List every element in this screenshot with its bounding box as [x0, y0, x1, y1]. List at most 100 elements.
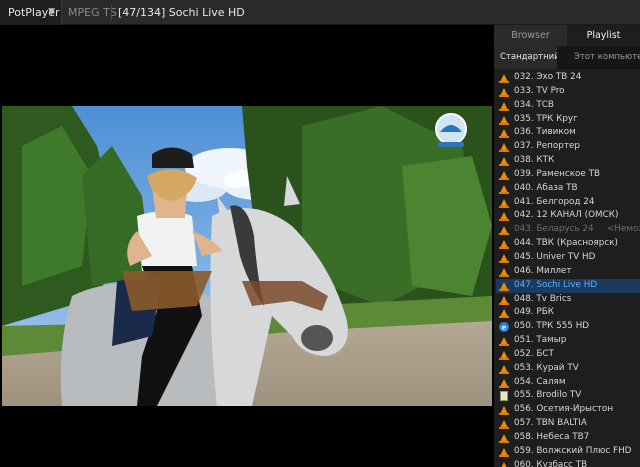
playlist-item[interactable]: 040. Абаза ТВ	[496, 182, 640, 196]
playlist-item[interactable]: 048. Tv Brics	[496, 293, 640, 307]
playlist-item-label: 051. Тамыр	[514, 335, 567, 346]
playlist-item[interactable]: 036. Тивиком	[496, 126, 640, 140]
vlc-cone-icon	[499, 364, 509, 374]
playlist-item-label: 060. Кузбасс ТВ	[514, 459, 588, 467]
playlist-item[interactable]: 044. ТВК (Красноярск)	[496, 237, 640, 251]
playlist-item[interactable]: 035. ТРК Круг	[496, 113, 640, 127]
vlc-cone-icon	[499, 101, 509, 111]
vlc-cone-icon	[499, 87, 509, 97]
playlist-item-label: 036. Тивиком	[514, 127, 576, 138]
vlc-cone-icon	[499, 350, 509, 360]
playlist-panel: Browser Playlist Стандартний Этот компью…	[494, 25, 640, 467]
playlist-item[interactable]: 058. Небеса ТВ7	[496, 431, 640, 445]
playlist-item[interactable]: e 050. ТРК 555 HD	[496, 320, 640, 334]
vlc-cone-icon	[499, 378, 509, 388]
playlist-item[interactable]: 059. Волжский Плюс FHD	[496, 445, 640, 459]
playlist-item[interactable]: 060. Кузбасс ТВ	[496, 459, 640, 467]
playlist-item[interactable]: 056. Осетия-Ирыстон	[496, 403, 640, 417]
playlist-item[interactable]: 037. Репортер	[496, 140, 640, 154]
vlc-cone-icon	[499, 447, 509, 457]
playlist-item-label: 044. ТВК (Красноярск)	[514, 238, 618, 249]
vlc-cone-icon	[499, 405, 509, 416]
playlist-item-label: 041. Белгород 24	[514, 196, 595, 207]
playlist-item-status: <Неможл	[607, 224, 640, 235]
playlist-item[interactable]: 052. БСТ	[496, 348, 640, 362]
playlist-item-label: 059. Волжский Плюс FHD	[514, 445, 632, 456]
playlist-item-label: 050. ТРК 555 HD	[514, 321, 590, 332]
vlc-cone-icon	[499, 461, 509, 467]
playlist-item[interactable]: 047. Sochi Live HD	[496, 278, 640, 293]
vlc-cone-icon	[499, 115, 509, 125]
playlist-item-label: 045. Univer TV HD	[514, 251, 596, 262]
vlc-cone-icon	[499, 281, 509, 291]
playlist-item[interactable]: 055. Brodilo TV	[496, 389, 640, 403]
playlist-item[interactable]: 038. КТК	[496, 154, 640, 168]
tab-browser[interactable]: Browser	[494, 25, 567, 46]
vlc-cone-icon	[499, 336, 509, 347]
video-area[interactable]	[0, 25, 494, 467]
vlc-cone-icon	[499, 253, 509, 263]
playlist-item-label: 056. Осетия-Ирыстон	[514, 404, 614, 415]
playlist-item-label: 052. БСТ	[514, 348, 554, 359]
subtab-this-computer[interactable]: Этот компьютер	[562, 46, 640, 69]
playlist-item-label: 033. TV Pro	[514, 85, 565, 96]
playlist-item-label: 053. Курай TV	[514, 362, 579, 373]
video-scene	[2, 106, 492, 406]
playlist-subtabs: Стандартний Этот компьютер	[494, 46, 640, 69]
playlist-item[interactable]: 034. ТСВ	[496, 99, 640, 113]
playlist-item[interactable]: 046. Миллет	[496, 265, 640, 279]
playlist-item-label: 046. Миллет	[514, 265, 572, 276]
playlist-item-label: 047. Sochi Live HD	[514, 279, 598, 290]
vlc-cone-icon	[499, 433, 509, 443]
playlist-item[interactable]: 049. РБК	[496, 306, 640, 320]
video-frame[interactable]	[2, 106, 492, 406]
playlist-item-label: 040. Абаза ТВ	[514, 182, 578, 193]
vlc-cone-icon	[499, 156, 509, 167]
playlist-item-label: 038. КТК	[514, 155, 555, 166]
format-label: MPEG TS	[68, 6, 117, 19]
playlist-item-label: 039. Раменское ТВ	[514, 168, 601, 179]
playlist-item[interactable]: 041. Белгород 24	[496, 196, 640, 210]
vlc-cone-icon	[499, 142, 509, 153]
playlist-item[interactable]: 033. TV Pro	[496, 85, 640, 99]
playlist-item-label: 054. Салям	[514, 376, 566, 387]
tab-playlist[interactable]: Playlist	[567, 25, 640, 46]
vlc-cone-icon	[499, 239, 509, 250]
playlist-item-label: 058. Небеса ТВ7	[514, 431, 590, 442]
title-bar: PotPlayer ▼ MPEG TS [47/134] Sochi Live …	[0, 0, 640, 25]
chevron-down-icon: ▼	[48, 7, 55, 17]
playlist-item-label: 035. ТРК Круг	[514, 113, 578, 124]
vlc-cone-icon	[499, 73, 509, 83]
vlc-cone-icon	[499, 128, 509, 139]
playlist-item[interactable]: 043. Беларусь 24 <Неможл	[496, 223, 640, 237]
playlist-item-label: 055. Brodilo TV	[514, 390, 582, 401]
subtab-standard[interactable]: Стандартний	[494, 46, 557, 69]
vlc-cone-icon	[499, 170, 509, 180]
document-icon	[499, 391, 509, 402]
playlist-item[interactable]: 054. Салям	[496, 376, 640, 390]
playlist-item[interactable]: 032. Эхо ТВ 24	[496, 71, 640, 85]
playlist-item-label: 049. РБК	[514, 307, 554, 318]
playlist-item[interactable]: 039. Раменское ТВ	[496, 168, 640, 182]
vlc-cone-icon	[499, 225, 509, 236]
playlist-item-label: 043. Беларусь 24	[514, 224, 594, 235]
playlist-item[interactable]: 045. Univer TV HD	[496, 251, 640, 265]
playlist-item-label: 048. Tv Brics	[514, 293, 572, 304]
vlc-cone-icon	[499, 198, 509, 208]
vlc-cone-icon	[499, 267, 509, 277]
playlist-item[interactable]: 053. Курай TV	[496, 362, 640, 376]
title-divider	[111, 5, 112, 20]
playlist-item-label: 032. Эхо ТВ 24	[514, 72, 582, 82]
vlc-cone-icon	[499, 419, 509, 430]
window-title: [47/134] Sochi Live HD	[118, 6, 245, 19]
playlist-item-label: 042. 12 КАНАЛ (ОМСК)	[514, 210, 619, 221]
playlist-item[interactable]: 042. 12 КАНАЛ (ОМСК)	[496, 209, 640, 223]
playlist-item-label: 034. ТСВ	[514, 99, 554, 110]
playlist-item[interactable]: 051. Тамыр	[496, 334, 640, 348]
playlist-item-label: 057. TBN BALTIA	[514, 418, 587, 429]
playlist[interactable]: 032. Эхо ТВ 24 033. TV Pro 034. ТСВ 035. ТР…	[496, 71, 640, 467]
playlist-item[interactable]: 057. TBN BALTIA	[496, 417, 640, 431]
app-menu-button[interactable]: PotPlayer ▼	[0, 0, 62, 25]
vlc-cone-icon	[499, 308, 509, 319]
vlc-cone-icon	[499, 211, 509, 222]
